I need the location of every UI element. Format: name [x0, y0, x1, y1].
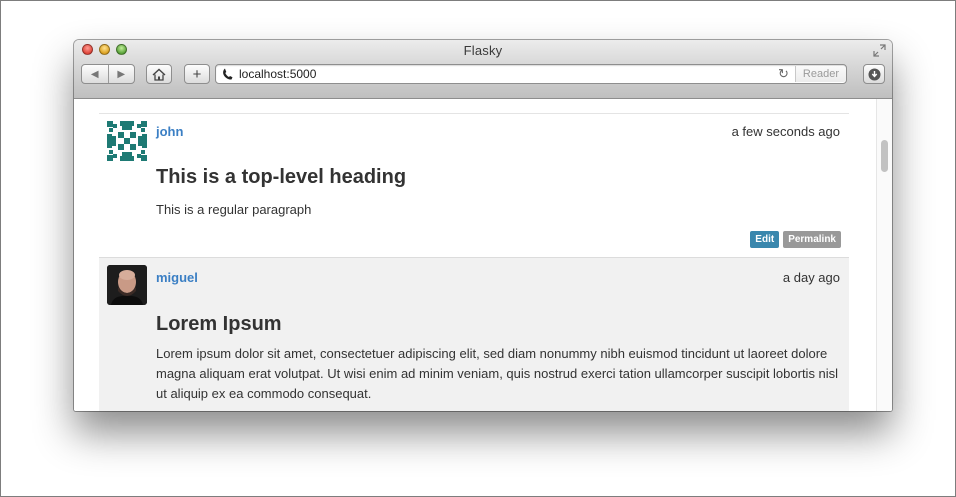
- add-bookmark-button[interactable]: +: [184, 64, 210, 84]
- address-bar[interactable]: localhost:5000 ↻ Reader: [215, 64, 847, 84]
- permalink-button[interactable]: Permalink: [783, 231, 841, 248]
- reader-button[interactable]: Reader: [794, 66, 846, 82]
- post-body: Lorem ipsum dolor sit amet, consectetuer…: [156, 346, 839, 401]
- forward-button[interactable]: ▶: [107, 65, 135, 83]
- post-heading: Lorem Ipsum: [156, 313, 282, 335]
- vertical-scrollbar[interactable]: [876, 99, 892, 411]
- forward-arrow-icon: ▶: [117, 68, 126, 80]
- home-button[interactable]: [146, 64, 172, 84]
- plus-icon: +: [192, 65, 202, 83]
- post-author-link[interactable]: miguel: [156, 270, 198, 285]
- post-actions: Edit Permalink: [750, 231, 841, 248]
- post: miguel a day ago Lorem Ipsum Lorem ipsum…: [99, 257, 849, 411]
- reload-icon[interactable]: ↻: [778, 66, 789, 82]
- page-viewport: john a few seconds ago This is a top-lev…: [74, 99, 892, 411]
- post-body: This is a regular paragraph: [156, 202, 312, 217]
- post-date: a day ago: [782, 270, 840, 285]
- scrollbar-thumb[interactable]: [881, 140, 888, 172]
- window-title: Flasky: [463, 43, 503, 58]
- post-author-link[interactable]: john: [156, 124, 183, 139]
- download-icon: [868, 68, 880, 80]
- back-arrow-icon: ◀: [90, 68, 99, 80]
- phone-icon: [223, 68, 233, 80]
- fullscreen-icon[interactable]: [873, 44, 886, 57]
- browser-window: Flasky ◀ ▶ + localhost:5000 ↻ Reader joh…: [74, 40, 892, 411]
- title-bar: Flasky ◀ ▶ + localhost:5000 ↻ Reader: [74, 40, 892, 99]
- home-icon: [152, 68, 166, 81]
- post: john a few seconds ago This is a top-lev…: [99, 114, 849, 257]
- avatar[interactable]: [107, 121, 147, 161]
- url-text: localhost:5000: [239, 67, 317, 81]
- avatar[interactable]: [107, 265, 147, 305]
- navigation-buttons: ◀ ▶: [81, 64, 135, 84]
- post-heading: This is a top-level heading: [156, 166, 407, 188]
- post-date: a few seconds ago: [731, 124, 840, 139]
- download-button[interactable]: [863, 64, 885, 84]
- posts-list: john a few seconds ago This is a top-lev…: [99, 99, 849, 411]
- edit-button[interactable]: Edit: [750, 231, 780, 248]
- back-button[interactable]: ◀: [82, 65, 108, 83]
- browser-toolbar: ◀ ▶ + localhost:5000 ↻ Reader: [81, 64, 885, 86]
